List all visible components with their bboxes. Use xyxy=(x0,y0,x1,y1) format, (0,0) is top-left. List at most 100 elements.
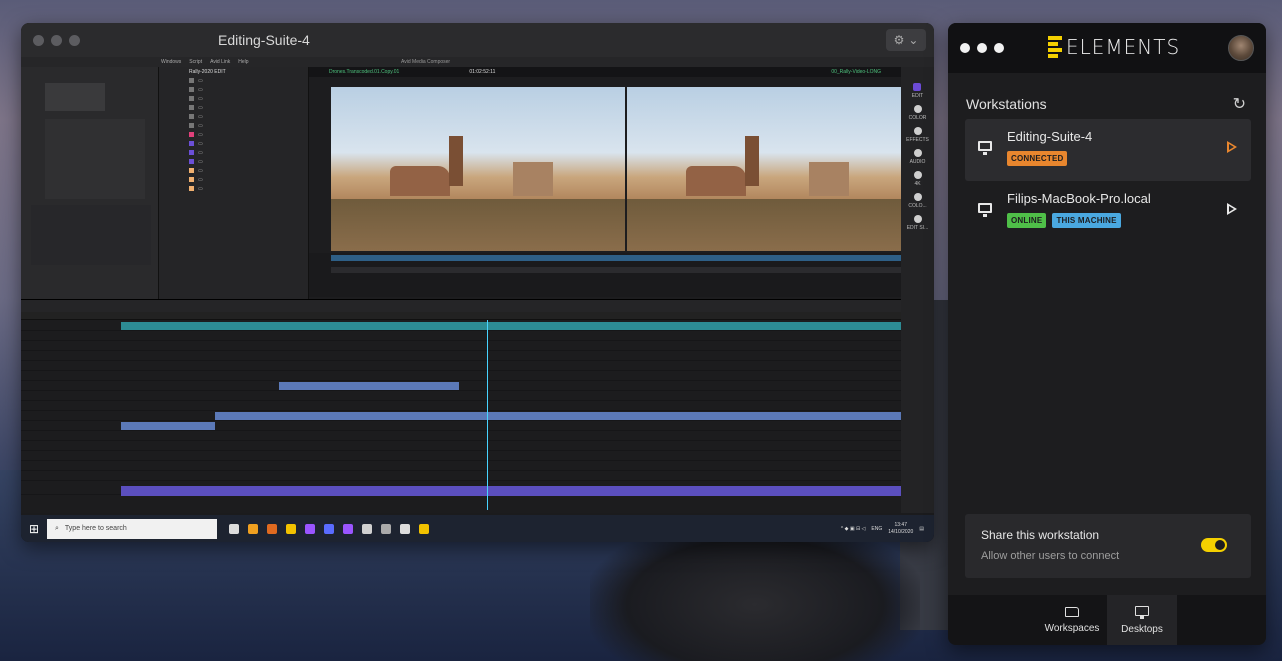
explorer-icon[interactable] xyxy=(286,523,296,534)
workstation-card-editing-suite-4[interactable]: Editing-Suite-4 CONNECTED xyxy=(965,119,1251,181)
timeline-track[interactable] xyxy=(21,352,901,361)
workspace-4k[interactable]: 4K xyxy=(913,171,922,187)
bin-panel[interactable]: Rally-2020 EDIT ▭ ▭ ▭ ▭ ▭ ▭ ▭ ▭ ▭ ▭ ▭ ▭ … xyxy=(159,67,309,299)
menu-help[interactable]: Help xyxy=(238,59,248,65)
remote-screen[interactable]: Windows Script Avid Link Help Avid Media… xyxy=(21,57,934,542)
bin-row[interactable]: ▭ xyxy=(159,94,308,103)
record-monitor[interactable] xyxy=(627,87,921,251)
minimize-dot[interactable] xyxy=(51,34,62,46)
source-monitor[interactable] xyxy=(331,87,625,251)
menu-script[interactable]: Script xyxy=(189,59,202,65)
bin-list-mini[interactable] xyxy=(31,205,151,265)
workspace-colo[interactable]: COLO... xyxy=(908,193,927,209)
play-icon[interactable] xyxy=(1227,203,1237,215)
timeline-track[interactable] xyxy=(21,442,901,451)
workspace-color[interactable]: COLOR xyxy=(909,105,926,121)
bin-row[interactable]: ▭ xyxy=(159,184,308,193)
tray-icons[interactable]: ^ ◆ ▣ ⊟ ◁ xyxy=(841,526,866,532)
record-clip-name[interactable]: 00_Rally-Video-LONG xyxy=(831,69,881,75)
chrome-icon[interactable] xyxy=(248,523,258,534)
system-tray[interactable]: ^ ◆ ▣ ⊟ ◁ ENG 13:47 14/10/2020 ▤ xyxy=(841,515,924,542)
timeline-track[interactable] xyxy=(21,412,901,421)
bin-row[interactable]: ▭ xyxy=(159,121,308,130)
timeline-track[interactable] xyxy=(21,472,901,481)
timeline-clip[interactable] xyxy=(121,422,215,430)
bin-row[interactable]: ▭ xyxy=(159,76,308,85)
timeline-track[interactable] xyxy=(21,432,901,441)
remote-window-titlebar[interactable]: Editing-Suite-4 ⚙ ⌄ xyxy=(21,23,934,57)
after-effects-icon[interactable] xyxy=(343,523,353,534)
source-record-monitors[interactable]: Drones.Transcoded.01.Copy.01 01:02:52:11… xyxy=(309,67,921,299)
elements-panel[interactable]: ELEMENTS Workstations ↻ Editing-Suite-4 … xyxy=(948,23,1266,645)
taskbar-search[interactable]: ⌕ Type here to search xyxy=(47,518,217,539)
bin-row[interactable]: ▭ xyxy=(159,112,308,121)
windows-start-button[interactable]: ⊞ xyxy=(21,515,47,542)
timeline-track[interactable] xyxy=(21,382,901,391)
firefox-icon[interactable] xyxy=(267,523,277,534)
app-icon[interactable] xyxy=(362,523,372,534)
timeline-clip[interactable] xyxy=(215,412,901,420)
task-view-icon[interactable] xyxy=(229,523,239,534)
play-icon[interactable] xyxy=(1227,141,1237,153)
timeline-track[interactable] xyxy=(21,452,901,461)
close-dot[interactable] xyxy=(33,34,44,46)
bin-row[interactable]: ▭ xyxy=(159,148,308,157)
timeline-track[interactable] xyxy=(21,372,901,381)
monitor-controls[interactable] xyxy=(309,253,901,297)
timeline-track[interactable] xyxy=(21,402,901,411)
nav-workspaces[interactable]: Workspaces xyxy=(1037,595,1107,645)
more-menu-button[interactable] xyxy=(960,43,1004,53)
settings-button[interactable]: ⚙ ⌄ xyxy=(886,29,926,51)
playhead[interactable] xyxy=(487,320,488,510)
bin-row[interactable]: ▭ xyxy=(159,130,308,139)
timeline-clip[interactable] xyxy=(121,486,901,496)
windows-taskbar[interactable]: ⊞ ⌕ Type here to search ^ ◆ ▣ ⊟ ◁ ENG 13… xyxy=(21,515,934,542)
share-toggle[interactable] xyxy=(1201,538,1227,552)
timeline-track[interactable] xyxy=(21,322,901,331)
workspace-audio[interactable]: AUDIO xyxy=(910,149,925,165)
remote-desktop-window[interactable]: Editing-Suite-4 ⚙ ⌄ Windows Script Avid … xyxy=(21,23,934,542)
notifications-icon[interactable]: ▤ xyxy=(919,526,924,532)
bin-row[interactable]: ▭ xyxy=(159,175,308,184)
timeline-track[interactable] xyxy=(21,422,901,431)
timeline-clip[interactable] xyxy=(279,382,459,390)
maximize-dot[interactable] xyxy=(69,34,80,46)
media-encoder-icon[interactable] xyxy=(324,523,334,534)
timeline-track[interactable] xyxy=(21,462,901,471)
timeline-track[interactable] xyxy=(21,392,901,401)
source-clip-name[interactable]: Drones.Transcoded.01.Copy.01 xyxy=(329,69,399,75)
timeline-track[interactable] xyxy=(21,332,901,341)
app-icon[interactable] xyxy=(381,523,391,534)
bin-row[interactable]: ▭ xyxy=(159,166,308,175)
nav-desktops[interactable]: Desktops xyxy=(1107,595,1177,645)
taskbar-clock[interactable]: 13:47 14/10/2020 xyxy=(888,522,913,536)
workspace-toolbar[interactable]: EDIT COLOR EFFECTS AUDIO 4K COLO... EDIT… xyxy=(901,67,934,513)
position-bar[interactable] xyxy=(331,255,901,261)
workspace-effects[interactable]: EFFECTS xyxy=(906,127,929,143)
elements-icon[interactable] xyxy=(419,523,429,534)
taskbar-apps[interactable] xyxy=(229,523,429,534)
menu-avid-link[interactable]: Avid Link xyxy=(210,59,230,65)
timewarp-effect[interactable] xyxy=(45,83,105,111)
bin-row[interactable]: ▭ xyxy=(159,157,308,166)
effect-editor-panel[interactable] xyxy=(21,67,159,299)
bin-row[interactable]: ▭ xyxy=(159,85,308,94)
avid-menubar[interactable]: Windows Script Avid Link Help xyxy=(21,57,934,67)
premiere-icon[interactable] xyxy=(305,523,315,534)
timeline-clip[interactable] xyxy=(121,322,901,330)
language-indicator[interactable]: ENG xyxy=(871,526,882,532)
bin-row[interactable]: ▭ xyxy=(159,139,308,148)
refresh-icon[interactable]: ↻ xyxy=(1233,94,1246,114)
transport-controls[interactable] xyxy=(331,267,901,273)
effect-parameters[interactable] xyxy=(45,119,145,199)
avid-icon[interactable] xyxy=(400,523,410,534)
workstation-card-filips-macbook[interactable]: Filips-MacBook-Pro.local ONLINE THIS MAC… xyxy=(965,181,1251,243)
window-controls[interactable] xyxy=(33,34,80,46)
workspace-edit-si[interactable]: EDIT SI... xyxy=(907,215,928,231)
bin-row[interactable]: ▭ xyxy=(159,103,308,112)
timeline-track[interactable] xyxy=(21,342,901,351)
workspace-edit[interactable]: EDIT xyxy=(912,83,923,99)
timeline-ruler[interactable] xyxy=(21,312,901,320)
timeline-toolbar[interactable] xyxy=(21,300,901,312)
menu-windows[interactable]: Windows xyxy=(161,59,181,65)
